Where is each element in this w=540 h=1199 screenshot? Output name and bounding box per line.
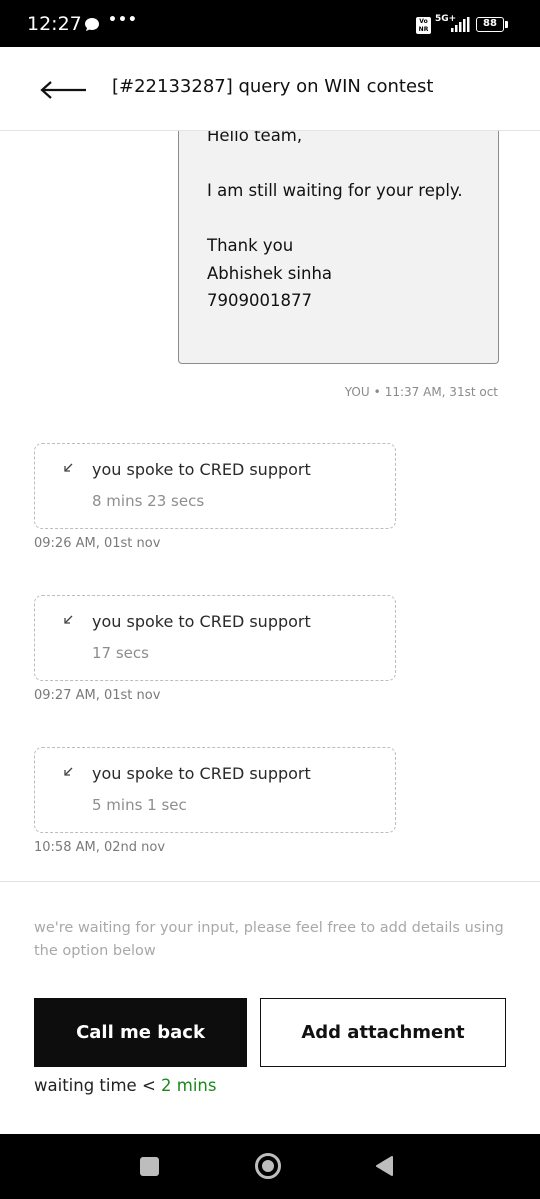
more-notifications-icon: ••• — [108, 12, 138, 28]
add-attachment-button[interactable]: Add attachment — [260, 998, 506, 1067]
call-card: you spoke to CRED support 5 mins 1 sec — [34, 747, 396, 833]
arrow-down-left-icon — [63, 458, 73, 477]
square-icon[interactable] — [140, 1157, 159, 1176]
call-duration: 8 mins 23 secs — [92, 492, 205, 510]
page-title: [#22133287] query on WIN contest — [112, 76, 434, 97]
screen: 12:27 ••• Vo NR 5G+ 88 Hello team, I am … — [0, 0, 540, 1199]
arrow-down-left-icon — [63, 762, 73, 781]
divider — [0, 881, 540, 882]
call-card: you spoke to CRED support 17 secs — [34, 595, 396, 681]
circle-icon[interactable] — [255, 1153, 281, 1179]
battery-icon: 88 — [476, 17, 504, 32]
back-button[interactable] — [38, 75, 90, 105]
status-time: 12:27 — [27, 13, 82, 35]
message-bubble: Hello team, I am still waiting for your … — [178, 110, 499, 364]
waiting-note: we're waiting for your input, please fee… — [34, 920, 504, 959]
call-title: you spoke to CRED support — [92, 460, 311, 479]
message-signoff: Thank you — [207, 236, 294, 255]
volte-bottom: NR — [418, 26, 429, 33]
call-me-back-button[interactable]: Call me back — [34, 998, 247, 1067]
battery-tip — [505, 21, 508, 28]
message-meta: YOU • 11:37 AM, 31st oct — [345, 385, 498, 399]
call-timestamp: 09:27 AM, 01st nov — [34, 688, 161, 703]
call-timestamp: 10:58 AM, 02nd nov — [34, 840, 166, 855]
call-card: you spoke to CRED support 8 mins 23 secs — [34, 443, 396, 529]
call-title: you spoke to CRED support — [92, 612, 311, 631]
volte-badge: Vo NR — [416, 17, 431, 34]
message-body: I am still waiting for your reply. — [207, 181, 463, 200]
signal-icon — [450, 17, 470, 37]
waiting-time: waiting time < 2 mins — [34, 1076, 217, 1095]
call-duration: 5 mins 1 sec — [92, 796, 187, 814]
arrow-left-icon — [40, 81, 86, 99]
arrow-down-left-icon — [63, 610, 73, 629]
waiting-time-value: 2 mins — [161, 1076, 217, 1095]
triangle-back-icon[interactable] — [374, 1155, 394, 1181]
message-sender: YOU — [344, 385, 370, 399]
message-time: 11:37 AM, 31st oct — [384, 385, 498, 399]
system-nav-bar — [0, 1134, 540, 1199]
message-name: Abhishek sinha — [207, 264, 333, 283]
separator-dot: • — [373, 385, 381, 399]
call-duration: 17 secs — [92, 644, 149, 662]
status-bar: 12:27 ••• Vo NR 5G+ 88 — [0, 0, 540, 47]
message-phone: 7909001877 — [207, 291, 312, 310]
app-header: [#22133287] query on WIN contest — [0, 47, 540, 131]
call-timestamp: 09:26 AM, 01st nov — [34, 536, 161, 551]
waiting-time-label: waiting time < — [34, 1076, 156, 1095]
volte-top: Vo — [419, 18, 428, 25]
chat-bubble-icon — [84, 17, 100, 36]
call-title: you spoke to CRED support — [92, 764, 311, 783]
